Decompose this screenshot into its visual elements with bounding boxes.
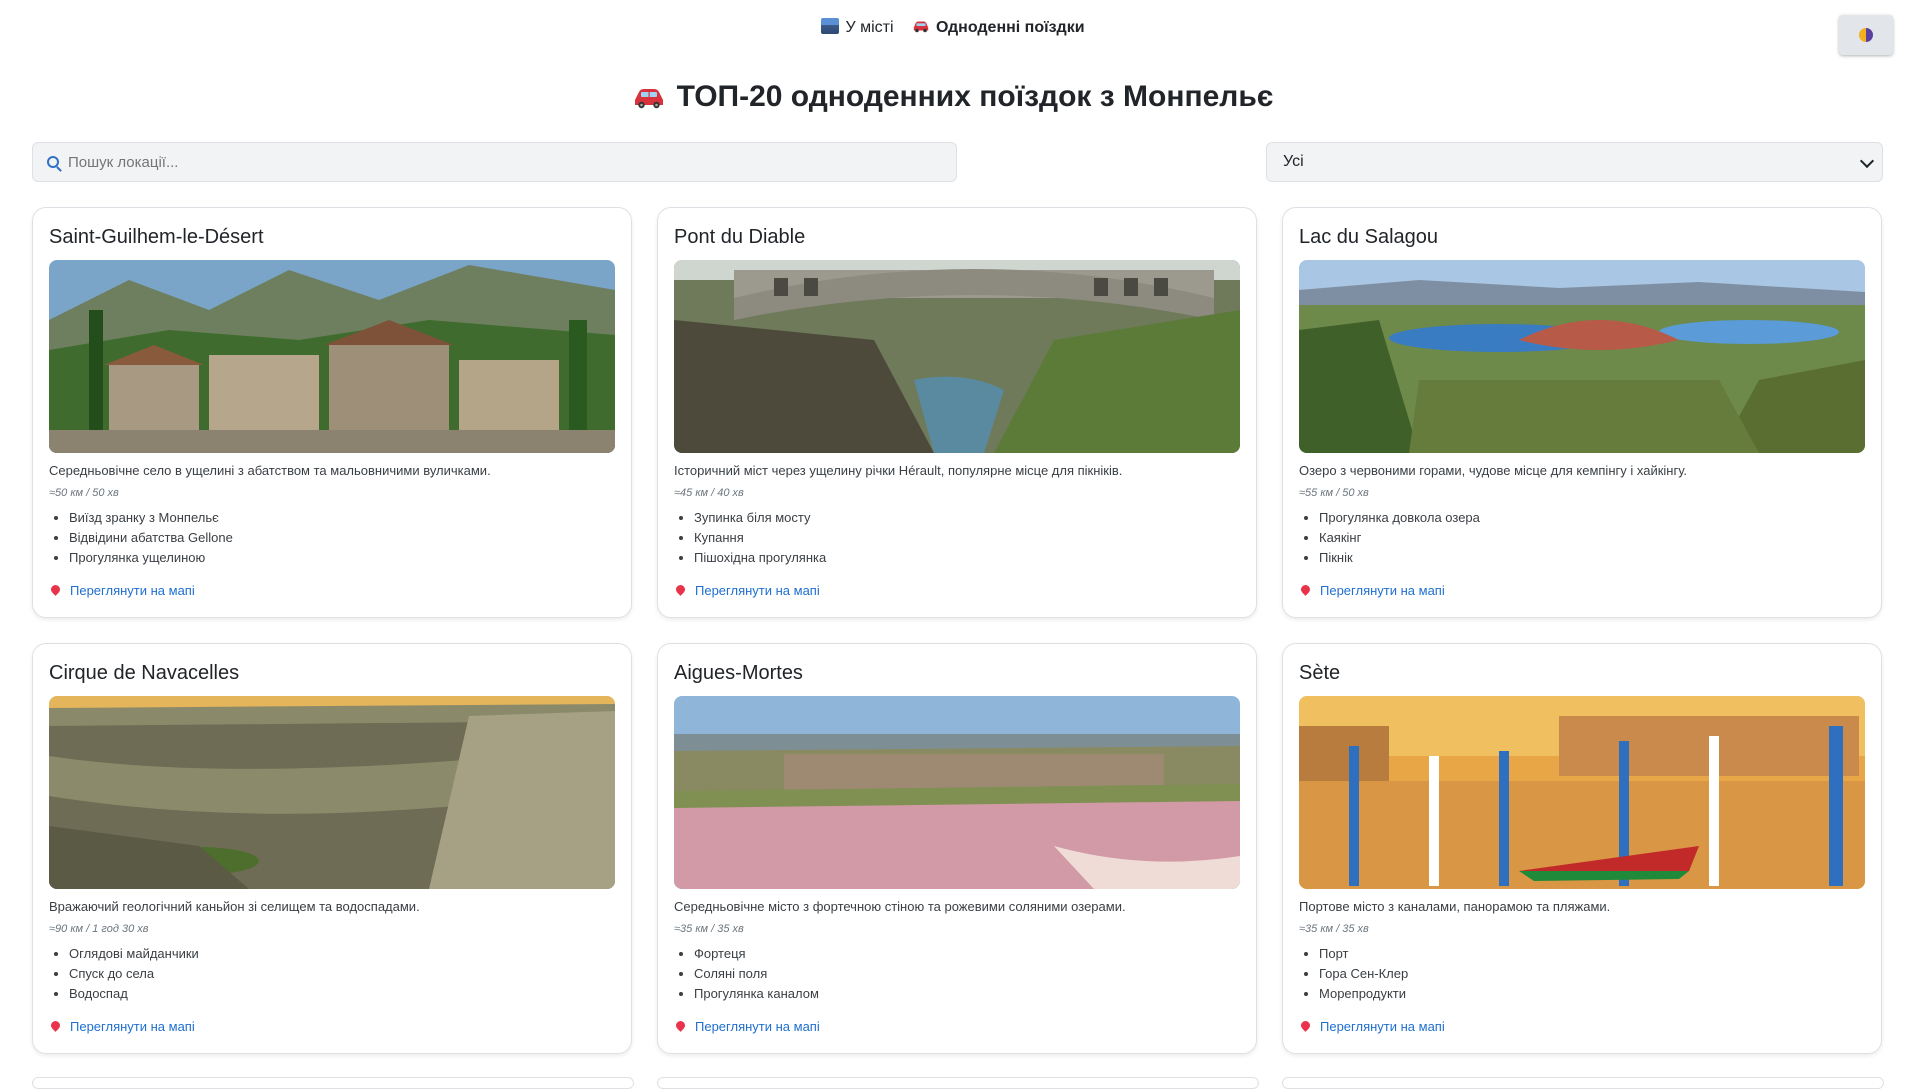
card-photo (1299, 260, 1865, 453)
card-activities: Оглядові майданчики Спуск до села Водосп… (49, 944, 199, 1004)
card-title: Aigues-Mortes (674, 662, 803, 684)
card-distance: ≈35 км / 35 хв (674, 923, 744, 935)
card-description: Озеро з червоними горами, чудове місце д… (1299, 463, 1688, 478)
list-item: Пішохідна прогулянка (694, 548, 826, 568)
list-item: Купання (694, 528, 826, 548)
card-distance: ≈35 км / 35 хв (1299, 923, 1369, 935)
card-description: Середньовічне місто з фортечною стіною т… (674, 899, 1126, 914)
list-item: Виїзд зранку з Монпельє (69, 508, 233, 528)
list-item: Зупинка біля мосту (694, 508, 826, 528)
card-description: Портове місто з каналами, панорамою та п… (1299, 899, 1611, 914)
card-title: Lac du Salagou (1299, 226, 1439, 248)
card-photo (674, 696, 1240, 889)
trip-card: Sète Портове місто з каналами, панорамою… (1282, 643, 1882, 1054)
card-activities: Зупинка біля мосту Купання Пішохідна про… (674, 508, 826, 568)
card-distance: ≈45 км / 40 хв (674, 487, 744, 499)
view-on-map-link[interactable]: Переглянути на мапі (1299, 1019, 1445, 1034)
view-on-map-label: Переглянути на мапі (70, 583, 195, 598)
card-photo (49, 696, 615, 889)
list-item: Каякінг (1319, 528, 1480, 548)
card-title: Pont du Diable (674, 226, 806, 248)
card-title: Cirque de Navacelles (49, 662, 240, 684)
trip-card: Cirque de Navacelles Вражаючий геологічн… (32, 643, 632, 1054)
page-title-text: ТОП-20 одноденних поїздок з Монпельє (676, 80, 1274, 113)
list-item: Прогулянка каналом (694, 984, 819, 1004)
map-pin-icon (674, 1019, 687, 1032)
map-pin-icon (1299, 583, 1312, 596)
category-filter-value: Усі (1283, 153, 1304, 170)
card-description: Вражаючий геологічний каньйон зі селищем… (49, 899, 420, 914)
card-distance: ≈90 км / 1 год 30 хв (49, 923, 149, 935)
trip-card: Saint-Guilhem-le-Désert Середньовічне се… (32, 207, 632, 618)
top-nav: У місті Одноденні поїздки (0, 18, 1906, 40)
category-filter-select[interactable]: Усі (1266, 142, 1883, 182)
magnifier-icon (47, 156, 59, 168)
view-on-map-label: Переглянути на мапі (695, 583, 820, 598)
card-photo (1299, 696, 1865, 889)
view-on-map-label: Переглянути на мапі (70, 1019, 195, 1034)
view-on-map-link[interactable]: Переглянути на мапі (674, 1019, 820, 1034)
card-activities: Порт Гора Сен-Клер Морепродукти (1299, 944, 1408, 1004)
view-on-map-label: Переглянути на мапі (1320, 583, 1445, 598)
trip-card: Aigues-Mortes Середньовічне місто з форт… (657, 643, 1257, 1054)
card-activities: Фортеця Соляні поля Прогулянка каналом (674, 944, 819, 1004)
view-on-map-link[interactable]: Переглянути на мапі (1299, 583, 1445, 598)
view-on-map-link[interactable]: Переглянути на мапі (49, 1019, 195, 1034)
theme-toggle-button[interactable] (1839, 15, 1893, 55)
list-item: Порт (1319, 944, 1408, 964)
list-item: Фортеця (694, 944, 819, 964)
card-description: Середньовічне село в ущелині з абатством… (49, 463, 491, 478)
nav-link-day-trips-label: Одноденні поїздки (935, 19, 1085, 36)
map-pin-icon (49, 583, 62, 596)
card-activities: Прогулянка довкола озера Каякінг Пікнік (1299, 508, 1480, 568)
card-activities: Виїзд зранку з Монпельє Відвідини абатст… (49, 508, 233, 568)
map-pin-icon (49, 1019, 62, 1032)
card-photo (49, 260, 615, 453)
view-on-map-label: Переглянути на мапі (695, 1019, 820, 1034)
view-on-map-label: Переглянути на мапі (1320, 1019, 1445, 1034)
list-item: Прогулянка ущелиною (69, 548, 233, 568)
nav-link-city[interactable]: У місті (821, 18, 894, 37)
trip-card: Pont du Diable Історичний міст через уще… (657, 207, 1257, 618)
search-input[interactable] (66, 152, 930, 172)
card-title: Sète (1299, 662, 1341, 684)
map-pin-icon (1299, 1019, 1312, 1032)
list-item: Спуск до села (69, 964, 199, 984)
view-on-map-link[interactable]: Переглянути на мапі (674, 583, 820, 598)
search-box[interactable] (32, 142, 957, 182)
list-item: Морепродукти (1319, 984, 1408, 1004)
car-icon (634, 89, 663, 109)
card-distance: ≈55 км / 50 хв (1299, 487, 1369, 499)
map-pin-icon (674, 583, 687, 596)
trip-card: Lac du Salagou Озеро з червоними горами,… (1282, 207, 1882, 618)
list-item: Прогулянка довкола озера (1319, 508, 1480, 528)
card-description: Історичний міст через ущелину річки Héra… (674, 463, 1123, 478)
nav-link-day-trips[interactable]: Одноденні поїздки (912, 18, 1085, 37)
list-item: Пікнік (1319, 548, 1480, 568)
list-item: Відвідини абатства Gellone (69, 528, 233, 548)
list-item: Соляні поля (694, 964, 819, 984)
card-distance: ≈50 км / 50 хв (49, 487, 119, 499)
list-item: Гора Сен-Клер (1319, 964, 1408, 984)
list-item: Водоспад (69, 984, 199, 1004)
page-title: ТОП-20 одноденних поїздок з Монпельє (0, 80, 1906, 114)
chevron-down-icon (1859, 153, 1875, 169)
card-title: Saint-Guilhem-le-Désert (49, 226, 264, 248)
list-item: Оглядові майданчики (69, 944, 199, 964)
cityscape-icon (821, 18, 840, 34)
half-moon-icon (1859, 28, 1873, 42)
view-on-map-link[interactable]: Переглянути на мапі (49, 583, 195, 598)
car-icon (913, 21, 929, 33)
card-photo (674, 260, 1240, 453)
nav-link-city-label: У місті (845, 19, 894, 36)
